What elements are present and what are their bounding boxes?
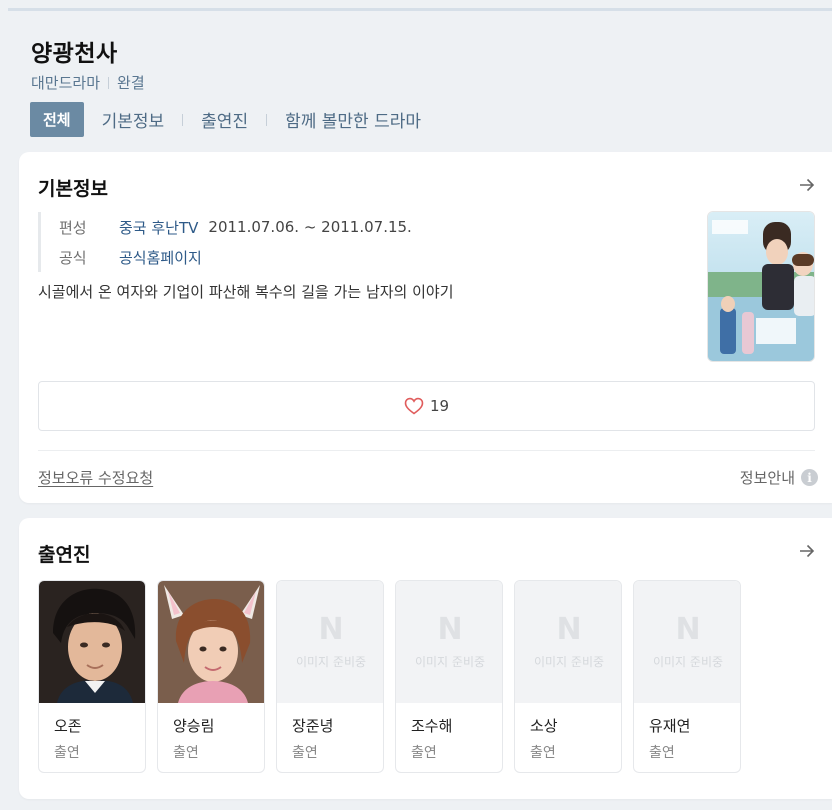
actress-photo xyxy=(158,581,264,703)
image-placeholder: N 이미지 준비중 xyxy=(515,581,621,703)
actor-photo xyxy=(39,581,145,703)
cast-name: 유재연 xyxy=(649,717,691,735)
poster-art xyxy=(708,212,814,361)
naver-n-icon: N xyxy=(437,611,463,647)
heart-icon xyxy=(404,397,424,415)
cast-role: 출연 xyxy=(54,745,80,761)
cast-name: 오존 xyxy=(54,717,82,735)
cast-item[interactable]: N 이미지 준비중 유재연 출연 xyxy=(633,580,741,773)
status-text: 완결 xyxy=(117,74,145,92)
like-count: 19 xyxy=(429,397,450,415)
top-border xyxy=(8,8,832,11)
drama-header: 양광천사 대만드라마 완결 전체 기본정보 출연진 함께 볼만한 드라마 xyxy=(30,34,821,137)
placeholder-text: 이미지 준비중 xyxy=(295,654,367,669)
official-site-link[interactable]: 공식홈페이지 xyxy=(119,247,202,268)
tab-cast[interactable]: 출연진 xyxy=(201,107,248,132)
cast-name: 장준녕 xyxy=(292,717,334,735)
naver-n-icon: N xyxy=(318,611,344,647)
tab-divider xyxy=(266,113,268,126)
synopsis: 시골에서 온 여자와 기업이 파산해 복수의 길을 가는 남자의 이야기 xyxy=(38,283,454,301)
cast-photo xyxy=(39,581,145,703)
section-title: 기본정보 xyxy=(38,178,108,200)
cast-role: 출연 xyxy=(173,745,199,761)
meta-broadcast: 편성 중국 후난TV 2011.07.06. ~ 2011.07.15. xyxy=(59,212,412,242)
cast-item[interactable]: 오존 출연 xyxy=(38,580,146,773)
info-guide-label: 정보안내 xyxy=(739,469,795,487)
tab-recommended[interactable]: 함께 볼만한 드라마 xyxy=(285,107,421,132)
naver-n-icon: N xyxy=(556,611,582,647)
placeholder-text: 이미지 준비중 xyxy=(414,654,486,669)
cast-item[interactable]: 양승림 출연 xyxy=(157,580,265,773)
info-icon: i xyxy=(801,469,818,486)
broadcaster-link[interactable]: 중국 후난TV xyxy=(119,217,198,238)
drama-subinfo: 대만드라마 완결 xyxy=(31,72,145,93)
cast-name: 조수해 xyxy=(411,717,453,735)
image-placeholder: N 이미지 준비중 xyxy=(634,581,740,703)
tab-all[interactable]: 전체 xyxy=(30,102,84,137)
tab-bar: 전체 기본정보 출연진 함께 볼만한 드라마 xyxy=(30,102,421,137)
meta-official: 공식 공식홈페이지 xyxy=(59,242,412,272)
cast-item[interactable]: N 이미지 준비중 소상 출연 xyxy=(514,580,622,773)
meta-list: 편성 중국 후난TV 2011.07.06. ~ 2011.07.15. 공식 … xyxy=(38,212,412,272)
basic-info-card: 기본정보 편성 중국 후난TV 2011.07.06. ~ 2011.07.15… xyxy=(19,152,832,503)
divider xyxy=(38,450,815,451)
arrow-right-icon[interactable] xyxy=(798,542,816,560)
tab-basic-info[interactable]: 기본정보 xyxy=(102,107,165,132)
cast-item[interactable]: N 이미지 준비중 장준녕 출연 xyxy=(276,580,384,773)
cast-name: 양승림 xyxy=(173,717,215,735)
tab-divider xyxy=(182,113,184,126)
cast-role: 출연 xyxy=(649,745,675,761)
poster-image[interactable] xyxy=(707,211,815,362)
report-error-link[interactable]: 정보오류 수정요청 xyxy=(38,467,153,488)
arrow-right-icon[interactable] xyxy=(798,176,816,194)
cast-role: 출연 xyxy=(411,745,437,761)
divider xyxy=(108,76,110,89)
section-title: 출연진 xyxy=(38,544,91,566)
cast-photo xyxy=(158,581,264,703)
image-placeholder: N 이미지 준비중 xyxy=(277,581,383,703)
meta-label: 공식 xyxy=(59,248,87,267)
image-placeholder: N 이미지 준비중 xyxy=(396,581,502,703)
cast-item[interactable]: N 이미지 준비중 조수해 출연 xyxy=(395,580,503,773)
info-guide-button[interactable]: 정보안내 i xyxy=(740,467,818,488)
cast-list: 오존 출연 양승림 출연 N 이미지 준비중 장준녕 출연 N 이미지 준비중 … xyxy=(38,580,741,773)
genre-link[interactable]: 대만드라마 xyxy=(31,72,100,93)
placeholder-text: 이미지 준비중 xyxy=(652,654,724,669)
meta-label: 편성 xyxy=(59,218,87,237)
broadcast-period: 2011.07.06. ~ 2011.07.15. xyxy=(208,218,412,236)
cast-name: 소상 xyxy=(530,717,558,735)
placeholder-text: 이미지 준비중 xyxy=(533,654,605,669)
cast-card: 출연진 오존 출연 양승림 출연 N 이미지 준비중 장준녕 출연 N 이미지 … xyxy=(19,518,832,799)
cast-role: 출연 xyxy=(292,745,318,761)
page-title: 양광천사 xyxy=(31,41,118,67)
cast-role: 출연 xyxy=(530,745,556,761)
like-button[interactable]: 19 xyxy=(38,381,815,431)
naver-n-icon: N xyxy=(675,611,701,647)
